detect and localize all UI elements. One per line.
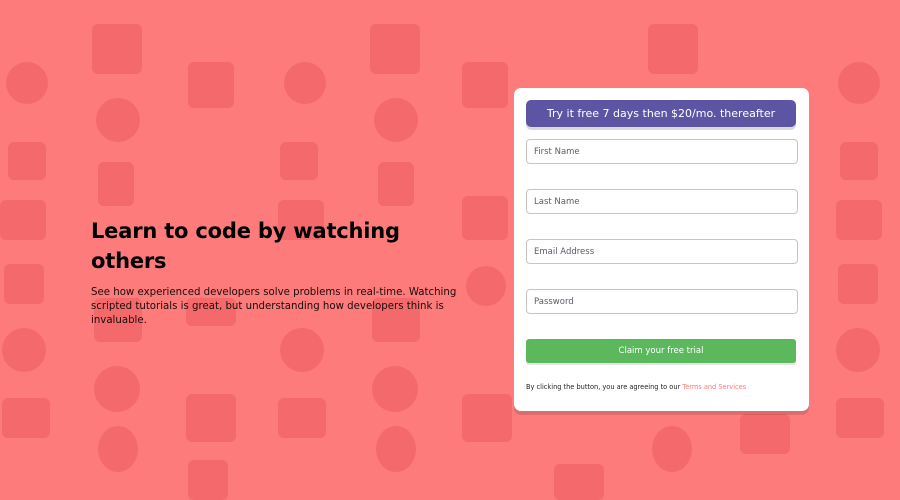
calendar-icon xyxy=(2,398,50,438)
browser-window-icon xyxy=(92,24,142,74)
rocket-icon xyxy=(4,264,44,304)
thumbs-up-icon xyxy=(840,142,878,180)
browser-window-icon xyxy=(740,414,790,454)
browser-window-icon xyxy=(462,394,512,442)
calendar-icon xyxy=(278,398,326,438)
chart-board-icon xyxy=(0,200,46,240)
browser-window-icon xyxy=(648,24,698,74)
cog-icon xyxy=(280,328,324,372)
network-icon xyxy=(96,98,140,142)
terms-notice: By clicking the button, you are agreeing… xyxy=(526,383,746,391)
thumbs-up-icon xyxy=(280,142,318,180)
cog-icon xyxy=(2,328,46,372)
rocket-icon xyxy=(838,264,878,304)
lightbulb-icon xyxy=(652,426,692,472)
network-icon xyxy=(374,98,418,142)
toolbox-icon xyxy=(462,62,508,108)
lightbulb-icon xyxy=(376,426,416,472)
terms-text: By clicking the button, you are agreeing… xyxy=(526,383,681,391)
first-name-field[interactable] xyxy=(526,139,798,164)
thumbs-up-icon xyxy=(8,142,46,180)
password-field[interactable] xyxy=(526,289,798,314)
browser-window-icon xyxy=(186,394,236,442)
magnet-icon xyxy=(378,162,414,206)
hero-section: Learn to code by watching others See how… xyxy=(91,216,481,328)
terms-link[interactable]: Terms and Services xyxy=(682,383,746,391)
chart-board-icon xyxy=(554,464,604,500)
email-field[interactable] xyxy=(526,239,798,264)
headset-icon xyxy=(838,62,880,104)
cog-icon xyxy=(836,328,880,372)
headset-icon xyxy=(6,62,48,104)
headset-icon xyxy=(284,62,326,104)
lightbulb-icon xyxy=(98,426,138,472)
trial-banner: Try it free 7 days then $20/mo. thereaft… xyxy=(526,100,796,127)
lifebuoy-icon xyxy=(94,366,140,412)
rocket-icon xyxy=(188,460,228,500)
claim-free-trial-button[interactable]: Claim your free trial xyxy=(526,339,796,363)
browser-window-icon xyxy=(370,24,420,74)
trial-banner-text: Try it free 7 days then $20/mo. thereaft… xyxy=(546,107,776,120)
lifebuoy-icon xyxy=(372,366,418,412)
chart-board-icon xyxy=(836,200,882,240)
hero-description: See how experienced developers solve pro… xyxy=(91,287,457,326)
toolbox-icon xyxy=(188,62,234,108)
hero-title: Learn to code by watching others xyxy=(91,219,400,273)
signup-card: Try it free 7 days then $20/mo. thereaft… xyxy=(514,88,809,411)
magnet-icon xyxy=(98,162,134,206)
calendar-icon xyxy=(836,398,884,438)
last-name-field[interactable] xyxy=(526,189,798,214)
